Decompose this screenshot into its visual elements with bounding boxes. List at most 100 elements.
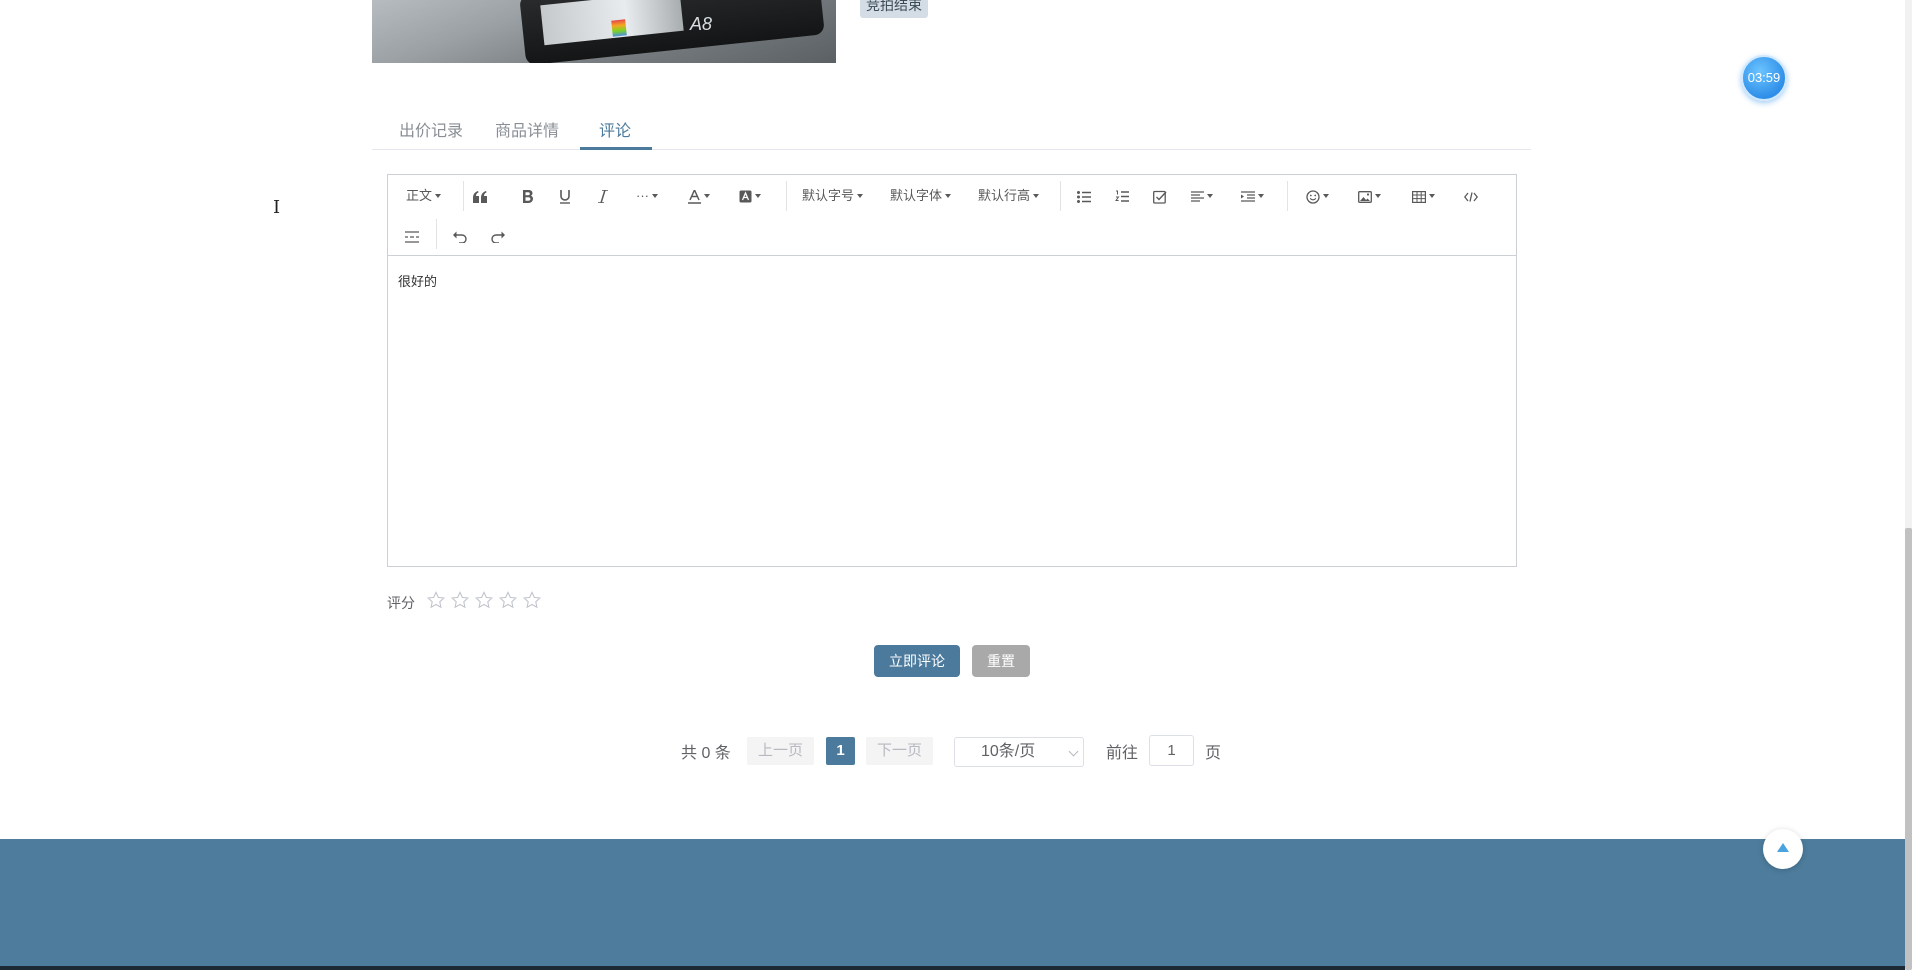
indent-dropdown[interactable] [1241, 183, 1264, 209]
toolbar-divider [463, 181, 464, 211]
background-color-icon [739, 190, 752, 203]
undo-button[interactable] [453, 223, 467, 249]
redo-button[interactable] [491, 223, 505, 249]
product-color-strip [611, 19, 627, 37]
caret-down-icon [704, 194, 710, 198]
line-height-dropdown[interactable]: 默认行高 [978, 183, 1040, 209]
next-page-button[interactable]: 下一页 [866, 737, 933, 765]
table-dropdown[interactable] [1412, 183, 1435, 209]
image-icon [1358, 190, 1372, 203]
caret-down-icon [945, 194, 952, 198]
undo-icon [453, 231, 467, 244]
bulleted-list-icon [1077, 190, 1091, 203]
scrollbar-thumb[interactable] [1905, 528, 1912, 970]
align-dropdown[interactable] [1191, 183, 1213, 209]
prev-page-button[interactable]: 上一页 [747, 737, 814, 765]
background-color-dropdown[interactable] [739, 183, 761, 209]
chevron-down-icon [1068, 746, 1079, 757]
font-size-dropdown[interactable]: 默认字号 [802, 183, 864, 209]
tab-bar: 出价记录 商品详情 评论 [372, 113, 1531, 150]
current-page-number[interactable]: 1 [826, 737, 855, 765]
tab-bid-history[interactable]: 出价记录 [399, 117, 463, 141]
heading-dropdown[interactable]: 正文 [406, 183, 442, 209]
quote-icon [473, 190, 487, 203]
auction-status-tag: 竞拍结束 [860, 0, 928, 18]
caret-down-icon [1207, 194, 1213, 198]
comment-editor: 正文 ··· 默认字号 默认字体 默认行高 很好的 [387, 174, 1517, 567]
product-logo-mark: A8 [690, 14, 713, 34]
caret-down-icon [857, 194, 864, 198]
font-family-dropdown[interactable]: 默认字体 [890, 183, 952, 209]
goto-label: 前往 [1106, 745, 1139, 762]
toolbar-divider [786, 181, 787, 211]
caret-down-icon [1323, 194, 1329, 198]
caret-down-icon [1033, 194, 1040, 198]
emoji-dropdown[interactable] [1306, 183, 1329, 209]
star-icon[interactable] [451, 591, 469, 609]
align-left-icon [1191, 191, 1204, 202]
italic-button[interactable] [597, 183, 609, 209]
numbered-list-button[interactable] [1115, 183, 1129, 209]
bold-icon [523, 190, 533, 204]
italic-icon [598, 189, 608, 204]
horizontal-rule-icon [405, 230, 419, 243]
goto-page-input[interactable] [1149, 735, 1194, 766]
rating-label: 评分 [387, 595, 415, 611]
toolbar-divider [1060, 181, 1061, 211]
caret-down-icon [652, 194, 658, 198]
emoji-icon [1306, 189, 1320, 204]
font-size-label: 默认字号 [802, 188, 855, 203]
star-icon[interactable] [475, 591, 493, 609]
submit-comment-button[interactable]: 立即评论 [874, 645, 960, 677]
tab-product-details[interactable]: 商品详情 [495, 117, 559, 141]
tab-comments[interactable]: 评论 [599, 117, 631, 141]
todo-list-button[interactable] [1153, 183, 1167, 209]
page-footer [0, 839, 1905, 970]
editor-toolbar: 正文 ··· 默认字号 默认字体 默认行高 [388, 175, 1516, 256]
reset-button[interactable]: 重置 [972, 645, 1030, 677]
countdown-timer: 03:59 [1741, 55, 1787, 101]
page-size-value: 10条/页 [981, 743, 1036, 760]
caret-down-icon [435, 194, 442, 198]
star-icon[interactable] [523, 591, 541, 609]
bold-button[interactable] [522, 183, 534, 209]
underline-icon [560, 189, 570, 204]
checkbox-icon [1153, 190, 1167, 204]
star-icon[interactable] [427, 591, 445, 609]
goto-unit-label: 页 [1205, 745, 1222, 762]
divider-line-button[interactable] [405, 223, 419, 249]
indent-icon [1241, 191, 1255, 202]
more-style-label: ··· [636, 188, 649, 203]
font-color-dropdown[interactable] [688, 183, 710, 209]
underline-button[interactable] [559, 183, 571, 209]
quote-button[interactable] [473, 183, 487, 209]
heading-dropdown-label: 正文 [406, 188, 433, 203]
code-icon [1463, 191, 1479, 202]
editor-paragraph: 很好的 [398, 274, 438, 289]
caret-down-icon [755, 194, 761, 198]
back-to-top-button[interactable] [1763, 829, 1803, 869]
tab-active-indicator [580, 147, 652, 150]
line-height-label: 默认行高 [978, 188, 1031, 203]
font-color-icon [688, 187, 701, 204]
text-cursor-icon: I [273, 197, 281, 218]
image-dropdown[interactable] [1358, 183, 1381, 209]
editor-content[interactable]: 很好的 [388, 256, 1516, 566]
more-style-dropdown[interactable]: ··· [636, 183, 658, 209]
star-icon[interactable] [499, 591, 517, 609]
redo-icon [491, 231, 505, 244]
table-icon [1412, 190, 1427, 203]
font-family-label: 默认字体 [890, 188, 943, 203]
toolbar-divider [1287, 181, 1288, 211]
caret-down-icon [1375, 194, 1381, 198]
caret-down-icon [1429, 194, 1435, 198]
toolbar-divider [436, 219, 437, 249]
arrow-up-icon [1777, 843, 1789, 852]
product-image: A8 [372, 0, 836, 63]
bulleted-list-button[interactable] [1077, 183, 1091, 209]
code-view-button[interactable] [1463, 183, 1479, 209]
numbered-list-icon [1115, 190, 1129, 202]
page: A8 竞拍结束 03:59 出价记录 商品详情 评论 正文 ··· 默认字号 默… [0, 0, 1912, 970]
caret-down-icon [1258, 194, 1264, 198]
page-size-select[interactable]: 10条/页 [954, 737, 1084, 767]
